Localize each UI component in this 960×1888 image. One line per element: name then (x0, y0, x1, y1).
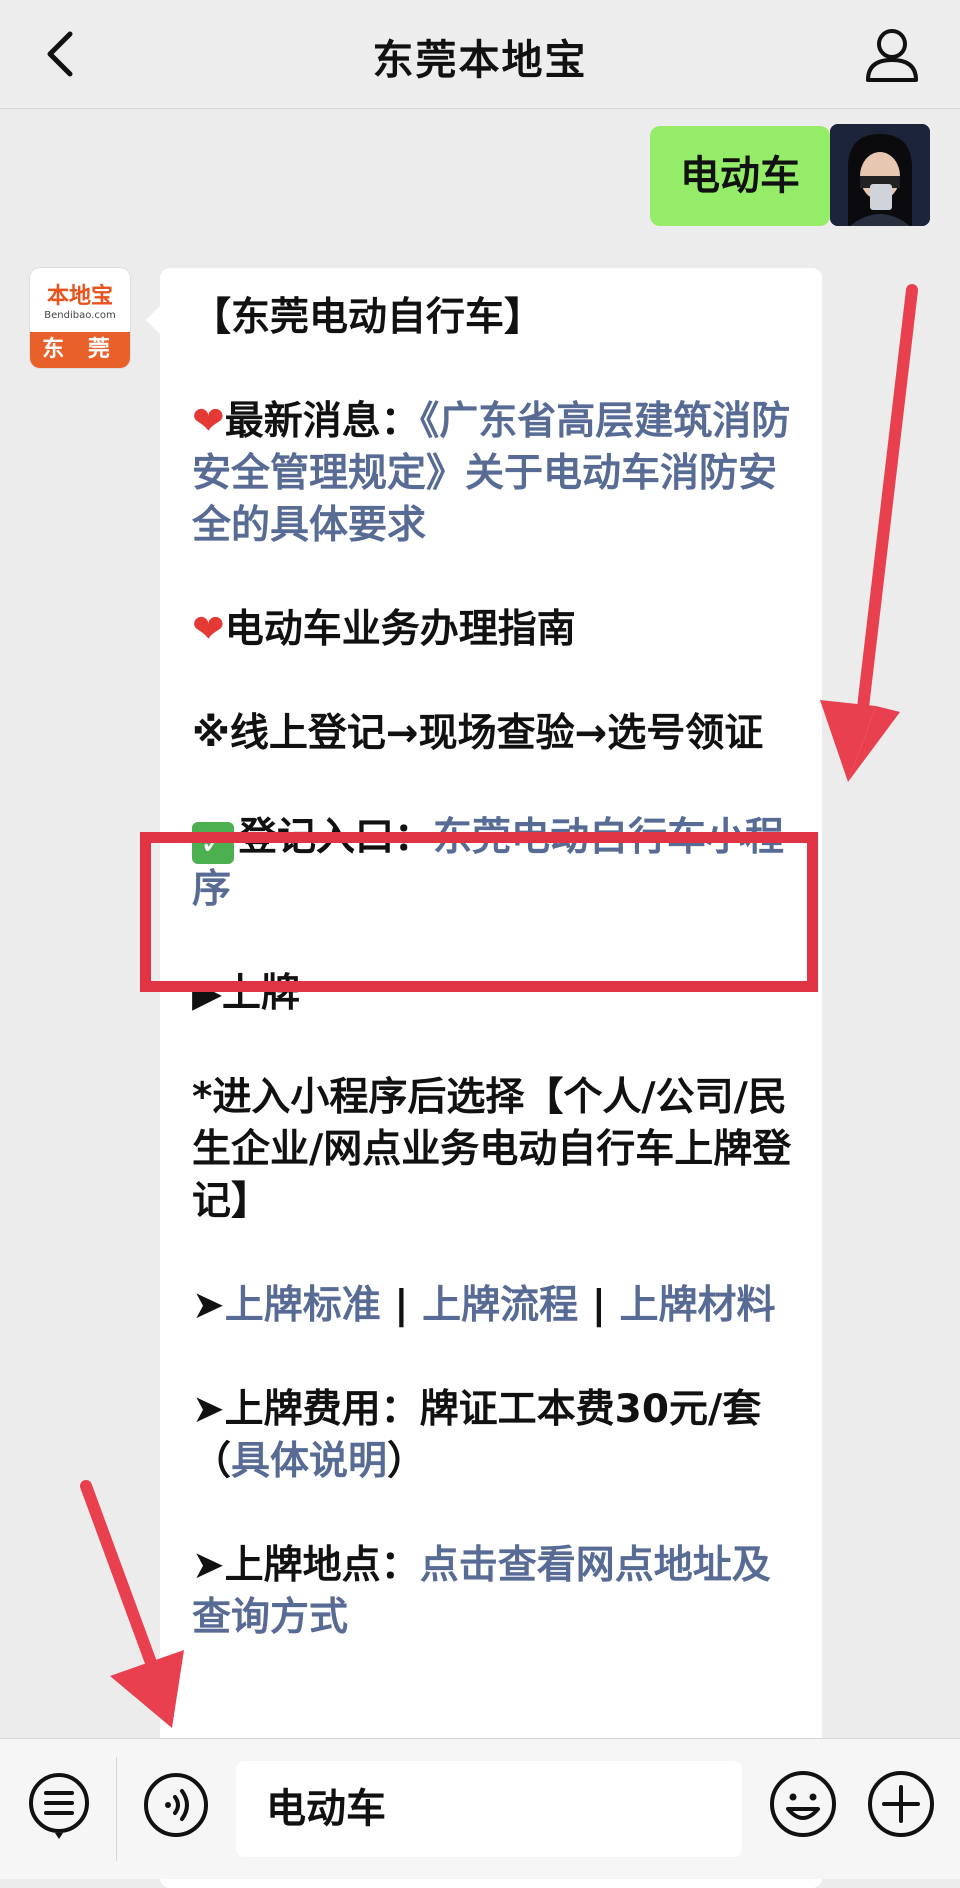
annotation-arrows (80, 284, 918, 1728)
message-input[interactable]: 电动车 (236, 1761, 742, 1857)
voice-icon (144, 1773, 208, 1837)
menu-icon (29, 1773, 89, 1839)
message-input-value: 电动车 (266, 1786, 386, 1832)
menu-button[interactable] (26, 1771, 92, 1841)
plus-button[interactable] (866, 1769, 936, 1839)
plus-icon (868, 1771, 934, 1837)
arrow-down-left (80, 1480, 184, 1728)
bottom-input-bar: 电动车 (0, 1738, 960, 1879)
emoji-icon (770, 1771, 836, 1837)
arrow-down-right (820, 284, 918, 782)
voice-button[interactable] (142, 1771, 210, 1839)
bar-divider (116, 1757, 117, 1861)
emoji-button[interactable] (768, 1769, 838, 1839)
